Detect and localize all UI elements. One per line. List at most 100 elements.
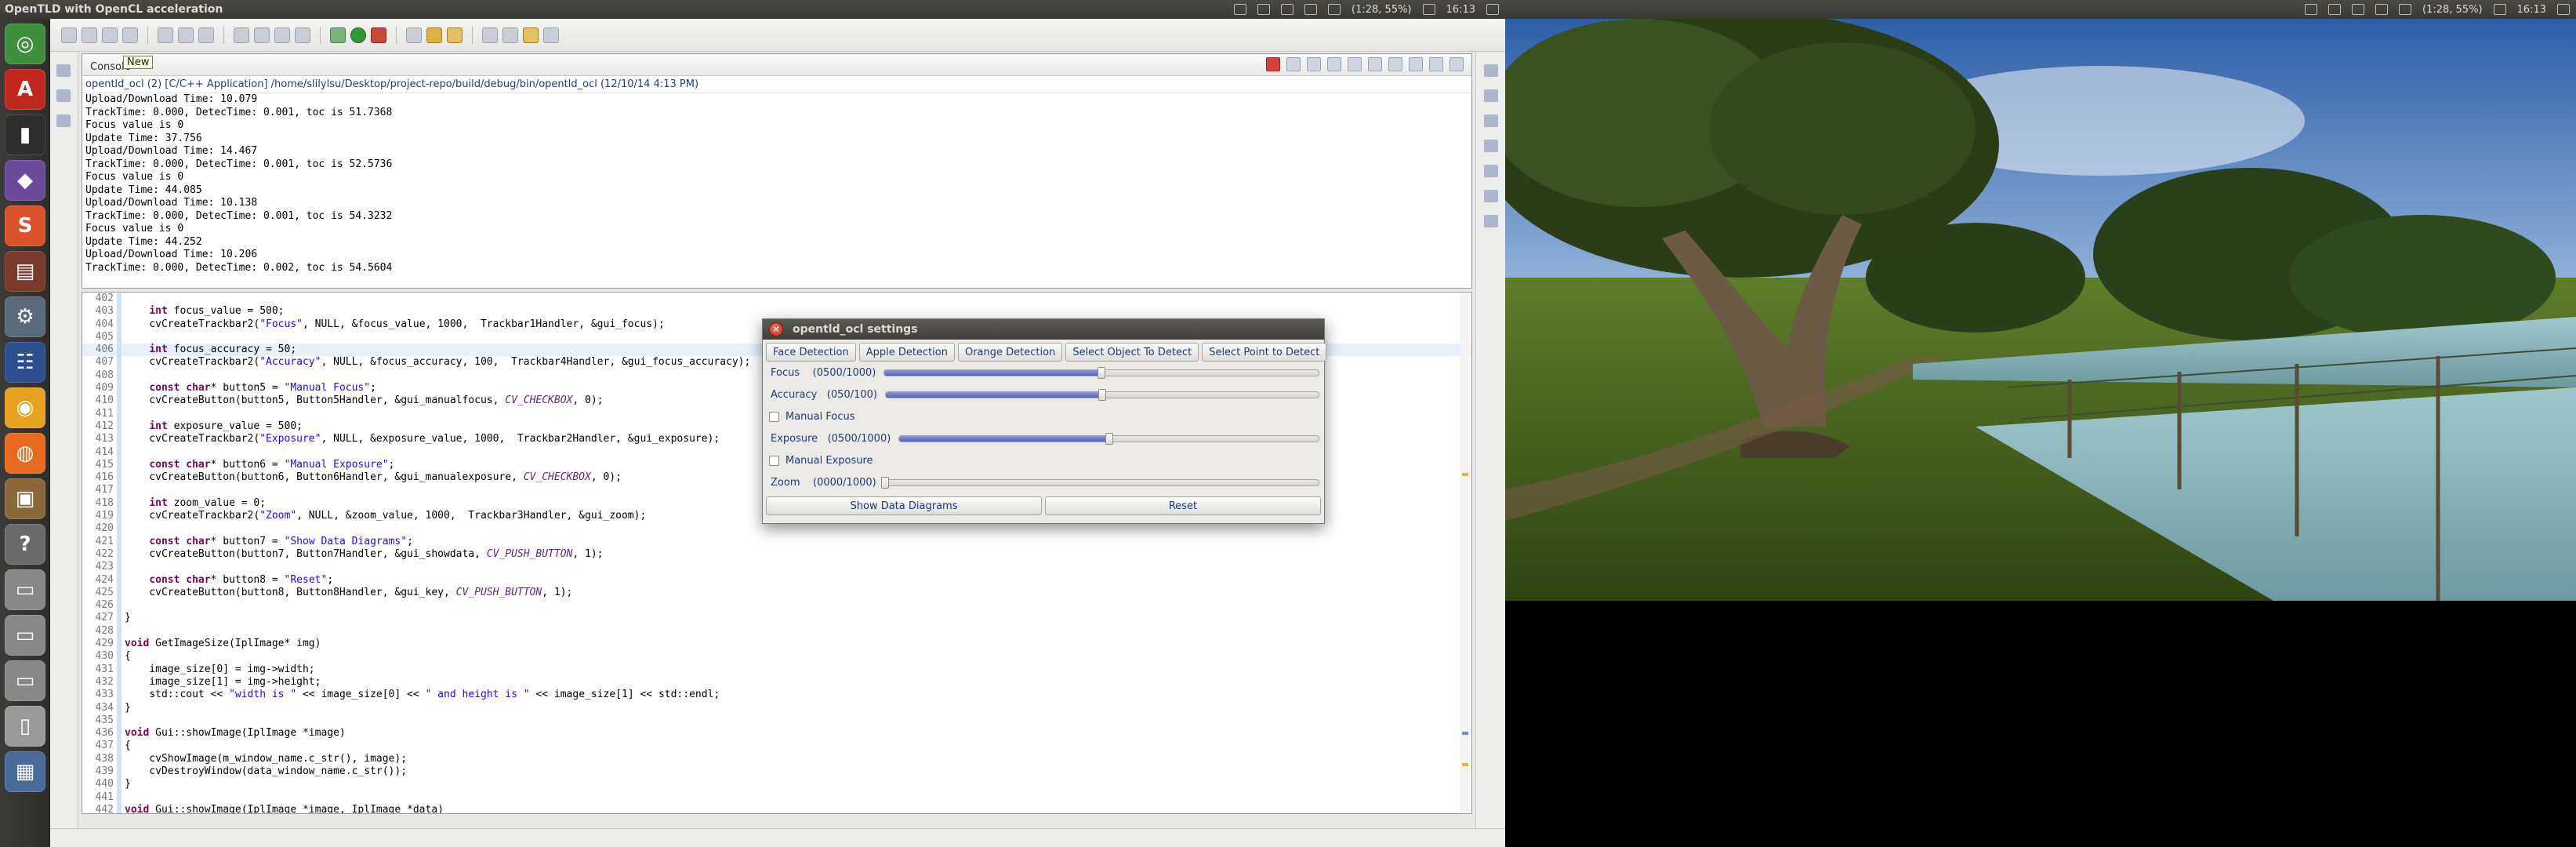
orange-detection-button[interactable]: Orange Detection — [957, 343, 1063, 362]
code-line[interactable]: 442 void Gui::showImage(IplImage *image, … — [82, 803, 1471, 813]
scroll-lock-icon[interactable] — [1348, 57, 1362, 71]
search-view-icon[interactable] — [1484, 215, 1498, 227]
eclipse-icon[interactable]: ☷ — [5, 342, 45, 383]
new-icon[interactable] — [61, 27, 77, 43]
terminate-icon[interactable] — [1266, 57, 1280, 71]
code-line[interactable]: 422 cvCreateButton(button7, Button7Handl… — [82, 547, 1471, 562]
keyboard-icon[interactable] — [1281, 4, 1294, 15]
sublime-text-icon[interactable]: S — [5, 205, 45, 246]
code-line[interactable]: 427} — [82, 612, 1471, 625]
code-line[interactable]: 440} — [82, 778, 1471, 791]
back-icon[interactable] — [523, 27, 539, 43]
power-icon[interactable] — [2557, 4, 2570, 15]
code-line[interactable]: 441 — [82, 791, 1471, 804]
navigator-icon[interactable] — [56, 115, 71, 127]
power-icon[interactable] — [1486, 4, 1499, 15]
new-folder-icon[interactable] — [254, 27, 270, 43]
terminal-icon[interactable]: ▮ — [5, 115, 45, 155]
run-icon[interactable] — [350, 27, 366, 43]
code-line[interactable]: 403 int focus_value = 500; — [82, 305, 1471, 318]
code-line[interactable]: 432 image_size[1] = img->height; — [82, 675, 1471, 689]
mail-icon[interactable] — [2328, 4, 2342, 15]
reset-button[interactable]: Reset — [1045, 496, 1321, 515]
search-icon[interactable] — [447, 27, 463, 43]
save-icon[interactable] — [82, 27, 97, 43]
code-line[interactable]: 426 — [82, 599, 1471, 613]
clock[interactable]: 16:13 — [2517, 4, 2546, 16]
bookmarks-icon[interactable] — [1484, 190, 1498, 202]
battery-status[interactable]: (1:28, 55%) — [2422, 4, 2483, 16]
build-config-icon[interactable] — [178, 27, 194, 43]
editor-overview-ruler[interactable] — [1460, 293, 1470, 813]
drive-3-icon[interactable]: ▭ — [5, 660, 45, 701]
outline-icon[interactable] — [56, 89, 71, 102]
skip-breakpoints-icon[interactable] — [406, 27, 422, 43]
code-line[interactable]: 433 std::cout << "width is " << image_si… — [82, 689, 1471, 702]
code-line[interactable]: 431 image_size[0] = img->width; — [82, 663, 1471, 676]
annotation-prev-icon[interactable] — [482, 27, 498, 43]
problems-view-icon[interactable] — [1484, 165, 1498, 177]
minimize-icon[interactable] — [1429, 57, 1443, 71]
pin-console-icon[interactable] — [1368, 57, 1382, 71]
clock[interactable]: 16:13 — [1446, 4, 1475, 16]
manual-focus-checkbox-row[interactable]: Manual Focus — [763, 405, 1324, 427]
mail-icon[interactable] — [1257, 4, 1271, 15]
external-tools-icon[interactable] — [371, 27, 386, 43]
files-icon[interactable]: ▣ — [5, 478, 45, 519]
apple-detection-button[interactable]: Apple Detection — [858, 343, 955, 362]
build-icon[interactable] — [158, 27, 173, 43]
console-output[interactable]: Upload/Download Time: 10.079 TrackTime: 0… — [82, 93, 1471, 286]
code-line[interactable]: 423 — [82, 561, 1471, 574]
maximize-icon[interactable] — [1449, 57, 1464, 71]
code-line[interactable]: 428 — [82, 624, 1471, 638]
dialog-titlebar[interactable]: ✕ opentld_ocl settings — [763, 319, 1324, 340]
forward-icon[interactable] — [543, 27, 559, 43]
debug-icon[interactable] — [330, 27, 346, 43]
network-icon[interactable] — [1234, 4, 1247, 15]
dash-home-icon[interactable]: ◎ — [5, 24, 45, 64]
code-line[interactable]: 424 const char* button8 = "Reset"; — [82, 573, 1471, 587]
manual-exposure-checkbox[interactable] — [769, 455, 779, 466]
code-line[interactable]: 420 — [82, 522, 1471, 536]
project-explorer-icon[interactable] — [56, 64, 71, 77]
save-all-icon[interactable] — [102, 27, 118, 43]
settings-icon[interactable]: ⚙ — [5, 296, 45, 337]
bluetooth-icon[interactable] — [1304, 4, 1318, 15]
outline-view-icon[interactable] — [1484, 115, 1498, 127]
slider-handle[interactable] — [880, 476, 889, 489]
manual-exposure-checkbox-row[interactable]: Manual Exposure — [763, 449, 1324, 471]
close-icon[interactable]: ✕ — [769, 322, 783, 336]
battery-icon[interactable] — [2399, 4, 2412, 15]
zoom-slider[interactable] — [880, 476, 1319, 489]
usb-drive-icon[interactable]: ▯ — [5, 706, 45, 747]
exposure-slider[interactable] — [898, 432, 1319, 445]
slider-handle[interactable] — [1105, 432, 1113, 445]
code-line[interactable]: 430 { — [82, 650, 1471, 663]
show-data-diagrams-button[interactable]: Show Data Diagrams — [766, 496, 1042, 515]
code-line[interactable]: 439 cvDestroyWindow(data_window_name.c_s… — [82, 765, 1471, 779]
slider-handle[interactable] — [1098, 366, 1106, 379]
annotation-next-icon[interactable] — [503, 27, 518, 43]
remove-all-icon[interactable] — [1307, 57, 1321, 71]
print-icon[interactable] — [122, 27, 138, 43]
battery-icon[interactable] — [1328, 4, 1341, 15]
remove-launch-icon[interactable] — [1286, 57, 1301, 71]
open-type-icon[interactable] — [426, 27, 442, 43]
volume-icon[interactable] — [1422, 4, 1435, 15]
help-icon[interactable]: ? — [5, 524, 45, 565]
select-point-button[interactable]: Select Point to Detect — [1202, 343, 1327, 362]
code-line[interactable]: 434} — [82, 701, 1471, 714]
make-target-icon[interactable] — [1484, 140, 1498, 152]
code-line[interactable]: 421 const char* button7 = "Show Data Dia… — [82, 535, 1471, 548]
code-line[interactable]: 437 { — [82, 740, 1471, 753]
open-console-icon[interactable] — [1409, 57, 1423, 71]
code-line[interactable]: 436 void Gui::showImage(IplImage *image) — [82, 727, 1471, 740]
unity-3d-icon[interactable]: ◆ — [5, 160, 45, 201]
firefox-icon[interactable]: ◍ — [5, 433, 45, 474]
chrome-icon[interactable]: ◉ — [5, 387, 45, 428]
code-line[interactable]: 438 cvShowImage(m_window_name.c_str(), i… — [82, 752, 1471, 765]
code-line[interactable]: 402 — [82, 293, 1471, 306]
new-class-icon[interactable] — [274, 27, 290, 43]
focus-slider[interactable] — [883, 366, 1319, 379]
display-console-icon[interactable] — [1388, 57, 1402, 71]
